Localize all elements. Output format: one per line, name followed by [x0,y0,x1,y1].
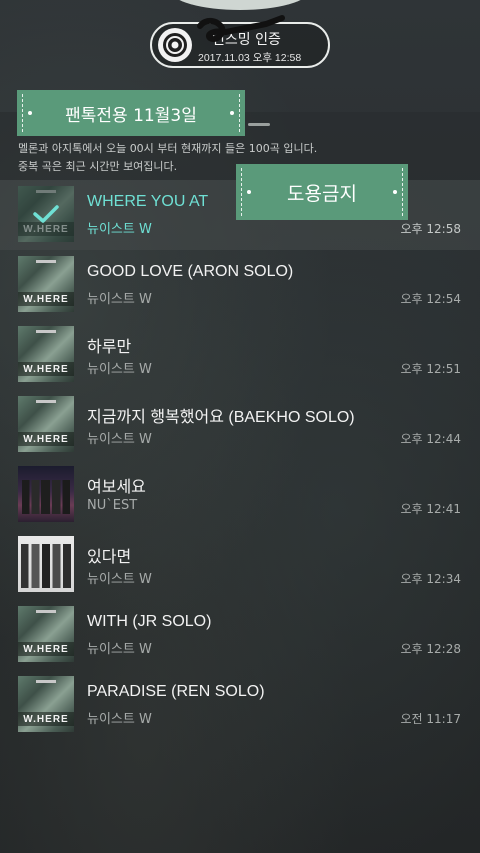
track-title: 여보세요 [87,479,146,496]
album-art: W.HERE [18,256,74,312]
album-art: W.HERE [18,326,74,382]
no-use-label: 도용금지 [236,164,408,220]
no-use-label-text: 도용금지 [287,182,357,205]
album-art: W.HERE [18,186,74,242]
album-art-figures [21,544,71,588]
info-text-1: 멜론과 아지톡에서 오늘 00시 부터 현재까지 들은 100곡 입니다. [18,142,318,155]
track-row[interactable]: 여보세요 NU`EST 오후 12:41 [0,460,480,530]
label-dot [230,111,234,115]
track-time: 오후 12:34 [400,572,461,586]
track-row[interactable]: W.HERE GOOD LOVE (ARON SOLO) 뉴이스트 W 오후 12:5… [0,250,480,320]
album-art-strip [36,400,56,403]
track-title: 하루만 [87,339,132,356]
track-row[interactable]: 있다면뉴이스트 W 오후 12:34 [0,530,480,600]
album-art-strip [36,680,56,683]
album-art-text: W.HERE [18,362,74,376]
track-artist: 뉴이스트 W [87,712,152,727]
track-time: 오후 12:58 [400,222,461,236]
checkmark-icon [18,186,74,242]
track-artist: 뉴이스트 W [87,432,152,447]
track-artist: 뉴이스트 W [87,222,152,237]
album-art-strip [36,330,56,333]
album-art-text: W.HERE [18,642,74,656]
track-artist: 뉴이스트 W [87,642,152,657]
track-time: 오후 12:28 [400,642,461,656]
badge-date: 2017.11.03 오후 12:58 [198,52,302,64]
track-row[interactable]: W.HERE WITH (JR SOLO) 뉴이스트 W 오후 12:28 [0,600,480,670]
label-dot [28,111,32,115]
track-row[interactable]: W.HERE PARADISE (REN SOLO) 뉴이스트 W 오전 11:17 [0,670,480,740]
album-art-text: W.HERE [18,712,74,726]
label-dot [393,190,397,194]
track-time: 오후 12:54 [400,292,461,306]
track-artist: 뉴이스트 W [87,362,152,377]
album-art-text: W.HERE [18,432,74,446]
track-artist: NU`EST [87,498,138,513]
album-art-text: W.HERE [18,292,74,306]
scribble-mark [197,15,285,42]
track-time: 오후 12:41 [400,502,461,516]
fan-only-label-text: 팬톡전용 11월3일 [65,105,197,126]
disc-icon [158,28,192,62]
info-text-2: 중복 곡은 최근 시간만 보여집니다. [18,160,178,173]
track-title: GOOD LOVE (ARON SOLO) [87,263,294,280]
track-title: WHERE YOU AT [87,193,209,210]
album-art-strip [36,610,56,613]
track-time: 오후 12:51 [400,362,461,376]
label-dot [247,190,251,194]
album-art: W.HERE [18,396,74,452]
album-art-figures [22,480,70,514]
track-list: W.HERE WHERE YOU AT 뉴이스트 W 오후 12:58 W.HERE GO… [0,180,480,740]
track-title: PARADISE (REN SOLO) [87,683,265,700]
track-title: 지금까지 행복했어요 (BAEKHO SOLO) [87,409,355,426]
track-artist: 뉴이스트 W [87,572,152,587]
track-artist: 뉴이스트 W [87,292,152,307]
track-row[interactable]: W.HERE 하루만뉴이스트 W 오후 12:51 [0,320,480,390]
track-title: WITH (JR SOLO) [87,613,212,630]
album-art: W.HERE [18,676,74,732]
track-title: 있다면 [87,549,132,566]
fan-only-label: 팬톡전용 11월3일 [17,90,245,136]
track-time: 오후 12:44 [400,432,461,446]
album-art [18,466,74,522]
album-art-strip [36,260,56,263]
album-art [18,536,74,592]
track-time: 오전 11:17 [400,712,461,726]
album-art: W.HERE [18,606,74,662]
drag-handle[interactable] [248,123,270,126]
track-row[interactable]: W.HERE 지금까지 행복했어요 (BAEKHO SOLO) 뉴이스트 W 오후 1… [0,390,480,460]
